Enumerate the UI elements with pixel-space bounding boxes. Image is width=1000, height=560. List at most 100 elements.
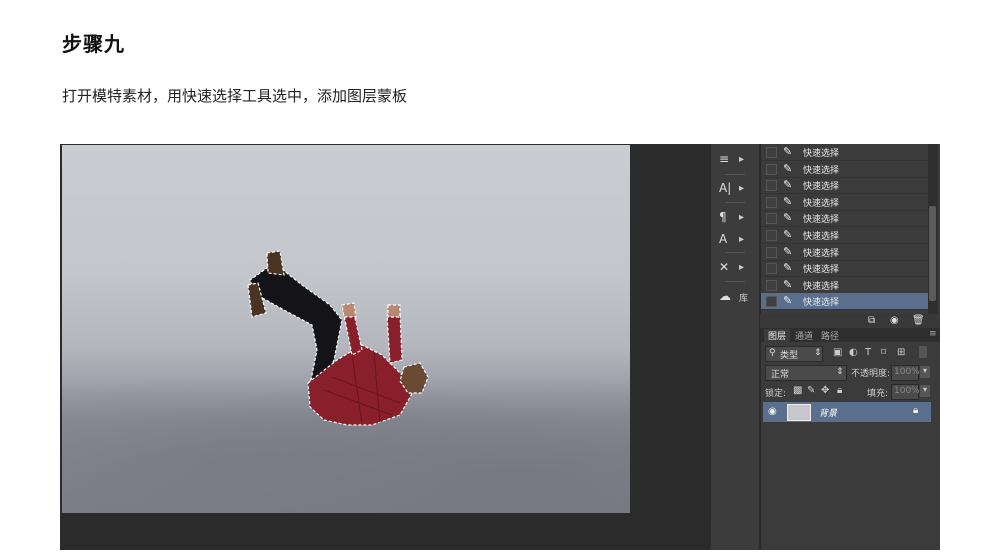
opacity-dropdown[interactable]: ▾: [920, 366, 930, 378]
paragraph-styles-icon: ≡: [719, 152, 730, 166]
fill-dropdown[interactable]: ▾: [920, 385, 930, 397]
lock-label: 锁定:: [765, 389, 787, 399]
tool-presets-icon: ✕: [719, 260, 730, 274]
quick-selection-icon: ✎: [783, 211, 793, 225]
lock-all-icon[interactable]: 🔒︎: [837, 385, 842, 396]
libraries-label: 库: [739, 294, 749, 304]
opacity-input[interactable]: 100%: [891, 365, 920, 381]
history-item-label: 快速选择: [803, 248, 840, 259]
visibility-eye-icon[interactable]: ◉: [768, 406, 777, 417]
delete-icon[interactable]: 🗑: [912, 315, 925, 326]
step-description: 打开模特素材，用快速选择工具选中，添加图层蒙板: [62, 87, 408, 105]
tab-channels[interactable]: 通道: [795, 329, 813, 342]
glyph-styles-icon: A: [719, 232, 728, 246]
history-item[interactable]: ✎ 快速选择: [761, 244, 929, 261]
layer-name[interactable]: 背景: [819, 406, 837, 419]
chevron-down-icon: ⇕: [814, 348, 822, 358]
filter-smart-object-icon[interactable]: ⊞: [897, 347, 905, 358]
history-source-checkbox[interactable]: [766, 213, 777, 225]
quick-selection-icon: ✎: [783, 228, 793, 241]
panel-menu-icon[interactable]: ≡: [929, 329, 937, 339]
history-item-label: 快速选择: [803, 149, 840, 159]
quick-selection-icon: ✎: [783, 161, 793, 175]
filter-kind-value: 类型: [780, 351, 799, 361]
lock-brush-icon[interactable]: ✎: [807, 385, 815, 396]
tool-presets-button[interactable]: ✕ ▸: [715, 258, 755, 278]
history-item[interactable]: ✎ 快速选择: [761, 194, 929, 211]
search-icon: ⚲: [769, 348, 776, 358]
history-scroll-thumb[interactable]: [929, 206, 936, 301]
layer-filter-select[interactable]: ⚲ 类型 ⇕: [765, 346, 823, 362]
fill-input[interactable]: 100%: [891, 384, 920, 400]
history-item[interactable]: ✎ 快速选择: [761, 177, 929, 195]
quick-selection-icon: ✎: [783, 277, 793, 291]
history-source-checkbox[interactable]: [766, 147, 777, 158]
history-scrollbar[interactable]: [928, 144, 938, 314]
blend-mode-value: 正常: [771, 370, 790, 380]
history-item-label: 快速选择: [803, 281, 840, 292]
character-button[interactable]: A| ▸: [715, 179, 755, 199]
history-source-checkbox[interactable]: [766, 196, 777, 208]
lock-move-icon[interactable]: ✥: [821, 385, 829, 396]
document-canvas-area[interactable]: [60, 144, 710, 550]
history-source-checkbox[interactable]: [766, 180, 777, 192]
history-source-checkbox[interactable]: [766, 246, 777, 258]
quick-selection-icon: ✎: [783, 194, 793, 208]
photoshop-screenshot: ≡ ▸ A| ▸ ¶ ▸ A ▸ ✕ ▸ ☁ 库 ✎ 快速选择 ✎ 快速选择 ✎ 快速选择 ✎ 快速选择…: [60, 144, 940, 550]
paragraph-icon: ¶: [719, 210, 727, 224]
new-document-from-state-icon[interactable]: ⧉: [868, 315, 875, 326]
history-item-label: 快速选择: [803, 265, 840, 276]
tab-paths[interactable]: 路径: [821, 329, 839, 342]
filter-type-icon[interactable]: T: [865, 347, 871, 358]
history-source-checkbox[interactable]: [766, 296, 777, 308]
libraries-button[interactable]: ☁ 库: [715, 287, 755, 307]
history-source-checkbox[interactable]: [766, 263, 777, 275]
model-photo[interactable]: [62, 145, 630, 513]
history-item-label: 快速选择: [803, 165, 840, 176]
layers-panel-tabs: 图层 通道 路径 ≡: [761, 328, 940, 342]
history-item-label: 快速选择: [803, 298, 840, 309]
history-source-checkbox[interactable]: [766, 279, 777, 291]
layer-lock-icon: 🔒︎: [913, 405, 919, 416]
history-item[interactable]: ✎ 快速选择: [761, 277, 929, 294]
paragraph-styles-button[interactable]: ≡ ▸: [715, 150, 755, 170]
history-item[interactable]: ✎ 快速选择: [761, 227, 929, 244]
layer-thumbnail: [787, 404, 811, 421]
quick-selection-icon: ✎: [783, 261, 793, 275]
layers-panel: 图层 通道 路径 ≡ ⚲ 类型 ⇕ ▣ ◐ T ⌑ ⊞ 正常 ⇕ 不透明度: 1…: [760, 328, 940, 550]
fill-label: 填充:: [867, 389, 889, 399]
quick-selection-icon: ✎: [783, 294, 793, 308]
history-item-label: 快速选择: [803, 182, 840, 193]
tab-layers[interactable]: 图层: [764, 329, 791, 342]
blend-mode-select[interactable]: 正常 ⇕: [765, 365, 847, 381]
canvas-pasteboard: [60, 513, 710, 550]
history-item[interactable]: ✎ 快速选择: [761, 260, 929, 278]
filter-adjustment-icon[interactable]: ◐: [849, 347, 858, 358]
history-item[interactable]: ✎ 快速选择: [761, 161, 929, 178]
history-item[interactable]: ✎ 快速选择: [761, 293, 929, 311]
history-item[interactable]: ✎ 快速选择: [761, 144, 929, 161]
quick-selection-icon: ✎: [783, 145, 793, 158]
quick-selection-icon: ✎: [783, 244, 793, 258]
history-item-label: 快速选择: [803, 198, 840, 209]
layer-row-background[interactable]: ◉ 背景 🔒︎: [763, 402, 931, 422]
falling-model-figure: [247, 250, 429, 426]
history-item-label: 快速选择: [803, 232, 840, 242]
libraries-icon: ☁: [719, 289, 731, 303]
opacity-label: 不透明度:: [851, 369, 891, 379]
history-source-checkbox[interactable]: [766, 163, 777, 175]
history-footer: ⧉ ◉ 🗑: [760, 314, 940, 328]
filter-toggle[interactable]: [919, 346, 927, 358]
history-panel: ✎ 快速选择 ✎ 快速选择 ✎ 快速选择 ✎ 快速选择 ✎ 快速选择 ✎ 快速选择 ✎ 快速选择 ✎ 快速选择…: [760, 144, 933, 314]
history-item-label: 快速选择: [803, 215, 840, 226]
chevron-down-icon: ⇕: [836, 367, 844, 377]
character-icon: A|: [719, 181, 732, 195]
filter-pixel-icon[interactable]: ▣: [833, 347, 842, 358]
history-source-checkbox[interactable]: [766, 230, 777, 241]
paragraph-button[interactable]: ¶ ▸: [715, 208, 755, 228]
glyph-styles-button[interactable]: A ▸: [715, 230, 755, 250]
lock-transparent-icon[interactable]: ▩: [793, 385, 802, 396]
new-snapshot-icon[interactable]: ◉: [890, 315, 899, 326]
history-item[interactable]: ✎ 快速选择: [761, 210, 929, 228]
filter-shape-icon[interactable]: ⌑: [881, 347, 886, 358]
